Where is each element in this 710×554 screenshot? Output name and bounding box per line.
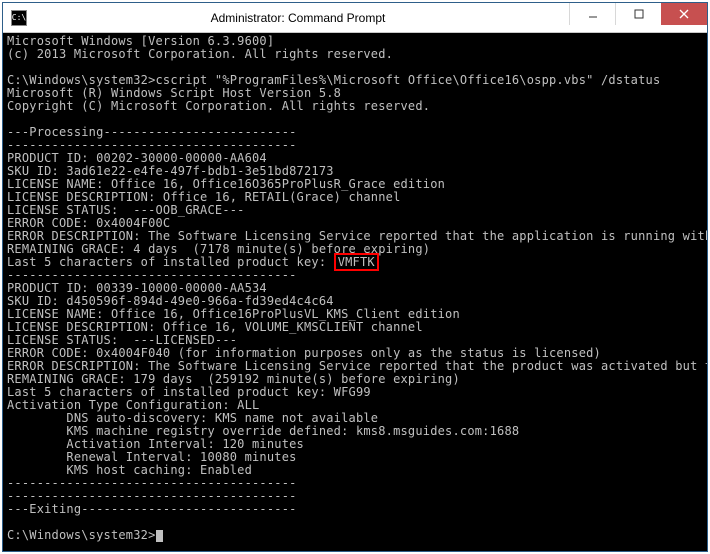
line: Renewal Interval: 10080 minutes <box>7 450 297 464</box>
line: LICENSE DESCRIPTION: Office 16, VOLUME_K… <box>7 320 423 334</box>
line: Copyright (C) Microsoft Corporation. All… <box>7 99 430 113</box>
console-output[interactable]: Microsoft Windows [Version 6.3.9600] (c)… <box>3 33 707 551</box>
line: ERROR DESCRIPTION: The Software Licensin… <box>7 359 707 373</box>
line: --------------------------------------- <box>7 138 297 152</box>
line: ---Exiting----------------------------- <box>7 502 297 516</box>
line: PRODUCT ID: 00339-10000-00000-AA534 <box>7 281 267 295</box>
prompt: C:\Windows\system32> <box>7 73 156 87</box>
window-title: Administrator: Command Prompt <box>27 11 569 25</box>
line: PRODUCT ID: 00202-30000-00000-AA604 <box>7 151 267 165</box>
cursor <box>156 530 163 542</box>
line: Microsoft (R) Windows Script Host Versio… <box>7 86 341 100</box>
minimize-button[interactable] <box>569 3 615 25</box>
line: --------------------------------------- <box>7 476 297 490</box>
window-controls <box>569 3 707 25</box>
line: ERROR DESCRIPTION: The Software Licensin… <box>7 229 707 243</box>
line: LICENSE DESCRIPTION: Office 16, RETAIL(G… <box>7 190 401 204</box>
line: ERROR CODE: 0x4004F040 (for information … <box>7 346 601 360</box>
command: cscript "%ProgramFiles%\Microsoft Office… <box>156 73 661 87</box>
line: Microsoft Windows [Version 6.3.9600] <box>7 34 274 48</box>
line: --------------------------------------- <box>7 268 297 282</box>
highlighted-key: VMFTK <box>334 253 379 271</box>
line: --------------------------------------- <box>7 489 297 503</box>
line: LICENSE NAME: Office 16, Office16O365Pro… <box>7 177 445 191</box>
line: Last 5 characters of installed product k… <box>7 255 334 269</box>
line: SKU ID: d450596f-894d-49e0-966a-fd39ed4c… <box>7 294 334 308</box>
close-button[interactable] <box>661 3 707 25</box>
line: SKU ID: 3ad61e22-e4fe-497f-bdb1-3e51bd87… <box>7 164 334 178</box>
line: Last 5 characters of installed product k… <box>7 385 371 399</box>
line: Activation Interval: 120 minutes <box>7 437 304 451</box>
line: (c) 2013 Microsoft Corporation. All righ… <box>7 47 393 61</box>
maximize-button[interactable] <box>615 3 661 25</box>
line: ---Processing-------------------------- <box>7 125 297 139</box>
prompt: C:\Windows\system32> <box>7 528 156 542</box>
titlebar[interactable]: C:\ Administrator: Command Prompt <box>3 3 707 33</box>
line: ERROR CODE: 0x4004F00C <box>7 216 170 230</box>
line: REMAINING GRACE: 179 days (259192 minute… <box>7 372 460 386</box>
line: DNS auto-discovery: KMS name not availab… <box>7 411 378 425</box>
line: LICENSE STATUS: ---OOB_GRACE--- <box>7 203 245 217</box>
app-icon: C:\ <box>11 10 27 26</box>
line: Activation Type Configuration: ALL <box>7 398 259 412</box>
line: LICENSE STATUS: ---LICENSED--- <box>7 333 237 347</box>
line: LICENSE NAME: Office 16, Office16ProPlus… <box>7 307 460 321</box>
line: KMS machine registry override defined: k… <box>7 424 519 438</box>
command-prompt-window: C:\ Administrator: Command Prompt Micros… <box>2 2 708 552</box>
line: KMS host caching: Enabled <box>7 463 252 477</box>
